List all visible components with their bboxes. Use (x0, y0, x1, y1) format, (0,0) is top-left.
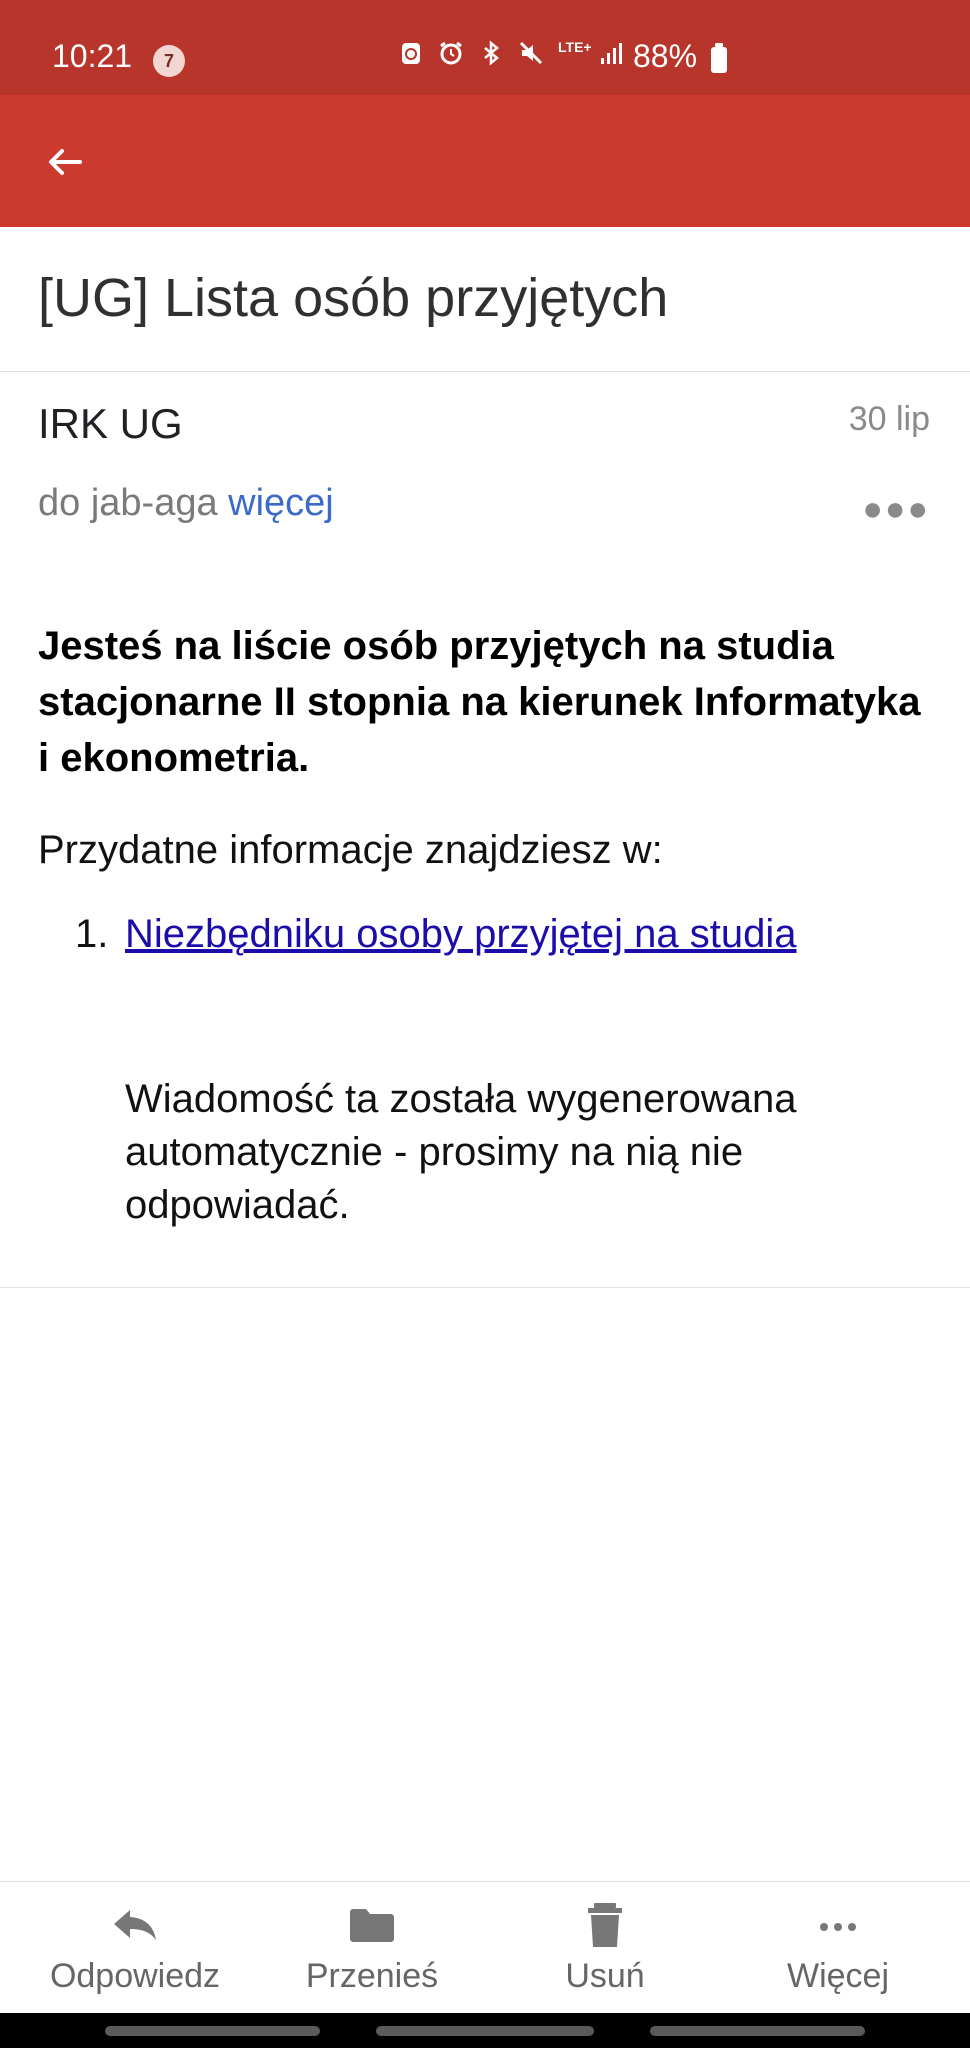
battery-icon (711, 43, 727, 73)
reply-button[interactable]: Odpowiedz (15, 1882, 245, 2014)
reply-label: Odpowiedz (49, 1957, 221, 1995)
move-label: Przenieś (305, 1957, 439, 1995)
status-icons: LTE+ (398, 40, 624, 66)
more-horizontal-icon (820, 1923, 856, 1931)
mute-icon (518, 40, 544, 66)
more-button[interactable]: Więcej (718, 1882, 948, 2014)
notification-count-badge: 7 (153, 45, 185, 77)
lte-icon: LTE+ (558, 39, 592, 55)
recycle-icon (398, 40, 424, 66)
bluetooth-icon (478, 40, 504, 66)
details-more-link[interactable]: więcej (228, 482, 334, 524)
back-button[interactable] (40, 137, 90, 187)
arrow-left-icon (49, 149, 82, 175)
move-button[interactable]: Przenieś (252, 1882, 482, 2014)
list-item-number: 1. (75, 912, 109, 956)
status-bar: 10:21 7 LTE+ 88% (0, 0, 970, 95)
more-options-icon[interactable]: ●●● (862, 490, 930, 529)
app-bar (0, 95, 970, 227)
more-label: Więcej (786, 1957, 890, 1995)
signal-icon (598, 40, 624, 66)
alarm-icon (438, 40, 464, 66)
folder-icon (350, 1909, 394, 1942)
recipient-line: do jab-aga więcej (38, 482, 334, 525)
recipient-text: do jab-aga (38, 482, 218, 524)
email-subject: [UG] Lista osób przyjętych (38, 268, 669, 328)
delete-label: Usuń (565, 1957, 645, 1995)
trash-icon (588, 1903, 622, 1947)
reply-icon (114, 1910, 156, 1940)
message-heading: Jesteś na liście osób przyjętych na stud… (38, 624, 921, 780)
sender-name[interactable]: IRK UG (38, 400, 183, 448)
subject-header: [UG] Lista osób przyjętych (0, 227, 970, 372)
nav-recents-handle[interactable] (105, 2026, 320, 2036)
system-nav-bar (0, 2013, 970, 2048)
delete-button[interactable]: Usuń (485, 1882, 715, 2014)
nav-back-handle[interactable] (650, 2026, 865, 2036)
message-intro: Przydatne informacje znajdziesz w: (38, 828, 663, 872)
auto-generated-note: Wiadomość ta została wygenerowana automa… (125, 1077, 797, 1227)
nav-home-handle[interactable] (376, 2026, 594, 2036)
guide-link[interactable]: Niezbędniku osoby przyjętej na studia (125, 912, 797, 957)
status-time: 10:21 (52, 38, 133, 74)
message-divider (0, 1287, 970, 1288)
battery-level: 88% (633, 38, 698, 74)
email-date: 30 lip (848, 400, 930, 438)
bottom-action-bar: Odpowiedz Przenieś Usuń Więcej (0, 1881, 970, 2014)
